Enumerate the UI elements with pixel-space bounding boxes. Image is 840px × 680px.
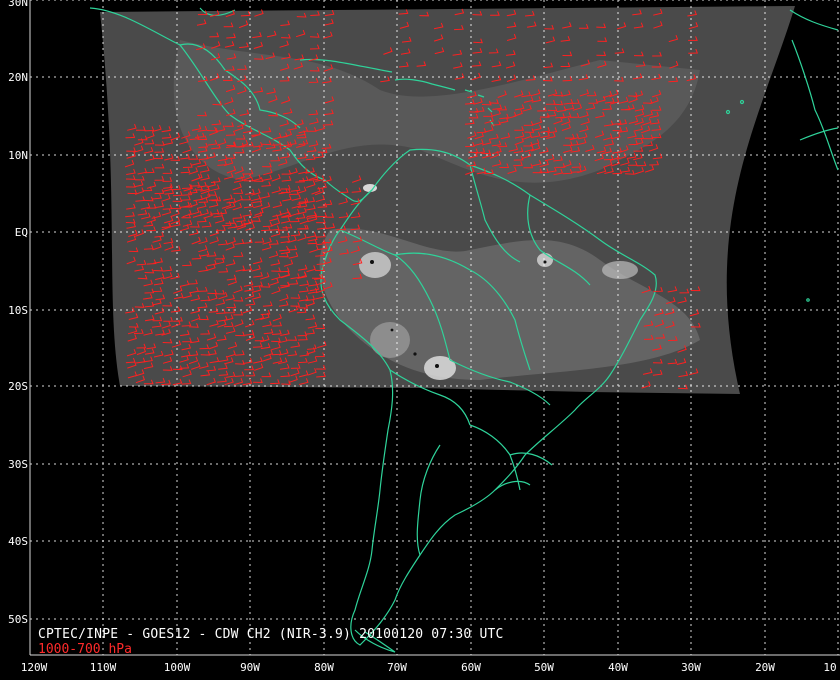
lat-label-10n: 10N [8, 149, 28, 162]
satellite-wind-map [0, 0, 840, 680]
lat-label-30n: 30N [8, 0, 28, 9]
pressure-level-label: 1000-700 hPa [38, 642, 132, 657]
lat-label-20s: 20S [8, 380, 28, 393]
lat-label-10s: 10S [8, 304, 28, 317]
lon-label-50w: 50W [534, 661, 554, 674]
lon-label-90w: 90W [240, 661, 260, 674]
lat-label-20n: 20N [8, 71, 28, 84]
lon-label-20w: 20W [755, 661, 775, 674]
lon-label-100w: 100W [163, 661, 191, 674]
lon-label-10: 10 [823, 661, 837, 674]
lat-label-40s: 40S [8, 535, 28, 548]
lon-label-110w: 110W [89, 661, 117, 674]
lat-label-50s: 50S [8, 613, 28, 626]
lon-label-60w: 60W [461, 661, 481, 674]
lon-label-80w: 80W [314, 661, 334, 674]
lon-label-40w: 40W [608, 661, 628, 674]
product-caption: CPTEC/INPE - GOES12 - CDW CH2 (NIR-3.9) … [38, 627, 504, 642]
lon-label-120w: 120W [20, 661, 48, 674]
lat-label-eq: EQ [14, 226, 28, 239]
lon-label-70w: 70W [387, 661, 407, 674]
lon-label-30w: 30W [681, 661, 701, 674]
lat-label-30s: 30S [8, 458, 28, 471]
